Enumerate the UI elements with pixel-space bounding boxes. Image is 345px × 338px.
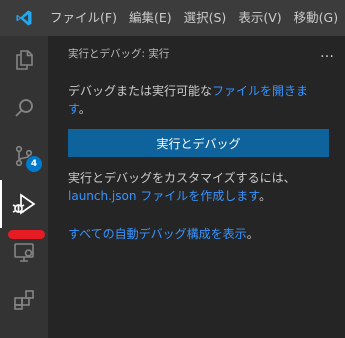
sidebar-content: デバッグまたは実行可能なファイルを開きます。 実行とデバッグ 実行とデバッグをカ… bbox=[48, 70, 345, 243]
show-configs-period: 。 bbox=[246, 227, 259, 241]
open-file-message: デバッグまたは実行可能なファイルを開きます。 bbox=[68, 82, 329, 118]
menu-go[interactable]: 移動(G) bbox=[288, 0, 344, 36]
run-and-debug-icon[interactable] bbox=[0, 180, 48, 228]
activity-bar: 4 bbox=[0, 36, 48, 338]
create-launch-period: 。 bbox=[259, 189, 272, 203]
create-launch-json-link[interactable]: launch.json ファイルを作成します bbox=[68, 189, 259, 203]
source-control-badge: 4 bbox=[26, 156, 42, 172]
vscode-logo-icon bbox=[0, 0, 48, 36]
show-all-debug-configs-link[interactable]: すべての自動デバッグ構成を表示 bbox=[68, 227, 247, 241]
more-actions-icon[interactable]: … bbox=[320, 46, 335, 60]
menu-edit[interactable]: 編集(E) bbox=[123, 0, 178, 36]
search-icon[interactable] bbox=[0, 84, 48, 132]
remote-explorer-icon[interactable] bbox=[0, 228, 48, 276]
run-and-debug-sidebar: 実行とデバッグ: 実行 … デバッグまたは実行可能なファイルを開きます。 実行と… bbox=[48, 36, 345, 338]
create-launch-json-message: 実行とデバッグをカスタマイズするには、 launch.json ファイルを作成しま… bbox=[68, 169, 329, 205]
title-bar: ファイル(F) 編集(E) 選択(S) 表示(V) 移動(G) bbox=[0, 0, 345, 36]
explorer-icon[interactable] bbox=[0, 36, 48, 84]
sidebar-header: 実行とデバッグ: 実行 … bbox=[48, 36, 345, 70]
run-and-debug-button[interactable]: 実行とデバッグ bbox=[68, 129, 329, 157]
open-file-text: デバッグまたは実行可能な bbox=[68, 84, 213, 98]
source-control-icon[interactable]: 4 bbox=[0, 132, 48, 180]
sidebar-title: 実行とデバッグ: 実行 bbox=[68, 47, 170, 60]
open-file-period: 。 bbox=[78, 102, 91, 116]
extensions-icon[interactable] bbox=[0, 276, 48, 324]
menu-view[interactable]: 表示(V) bbox=[232, 0, 287, 36]
menu-selection[interactable]: 選択(S) bbox=[178, 0, 233, 36]
show-debug-configs-message: すべての自動デバッグ構成を表示。 bbox=[68, 225, 329, 243]
create-launch-text: 実行とデバッグをカスタマイズするには、 bbox=[68, 171, 296, 185]
menu-file[interactable]: ファイル(F) bbox=[48, 0, 123, 36]
